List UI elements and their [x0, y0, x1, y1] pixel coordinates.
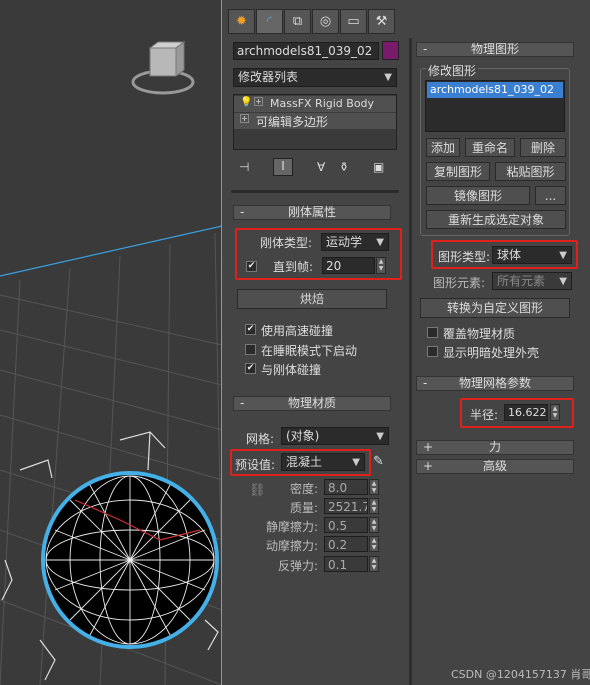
convert-custom-shape-button[interactable]: 转换为自定义图形 [420, 298, 570, 318]
mesh-params-rollout[interactable]: - 物理网格参数 [416, 376, 574, 391]
paste-shape-button[interactable]: 粘贴图形 [495, 162, 566, 181]
dynamic-friction-spinner[interactable]: ▲ ▼ [369, 536, 379, 552]
shape-list-item[interactable]: archmodels81_039_02 [427, 82, 563, 98]
start-sleep-label: 在睡眠模式下启动 [261, 344, 358, 358]
modify-tab[interactable]: ◜ [256, 9, 283, 34]
phys-material-rollout[interactable]: - 物理材质 [233, 396, 391, 411]
override-material-checkbox[interactable] [427, 327, 438, 338]
static-friction-input[interactable]: 0.5 [324, 517, 368, 533]
density-label: 密度: [290, 482, 319, 496]
high-speed-collision-label: 使用高速碰撞 [261, 324, 334, 338]
mesh-dropdown[interactable]: (对象) ▼ [281, 427, 389, 445]
object-name-field[interactable]: archmodels81_039_02 [233, 42, 379, 60]
static-friction-spinner[interactable]: ▲ ▼ [369, 517, 379, 533]
modify-icon: ◜ [266, 14, 273, 29]
static-friction-label: 静摩擦力: [266, 520, 319, 534]
highlight-box [230, 449, 371, 476]
motion-icon: ◎ [319, 14, 332, 29]
watermark: CSDN @1204157137 肖哥 [451, 668, 590, 681]
shape-list[interactable]: archmodels81_039_02 [425, 80, 565, 132]
mass-input[interactable]: 2521.78 [324, 498, 368, 514]
stack-item-label: MassFX Rigid Body [270, 97, 375, 110]
sphere-object[interactable] [41, 471, 219, 649]
create-tab[interactable]: ✹ [228, 9, 255, 34]
display-shaded-hull-checkbox[interactable] [427, 346, 438, 357]
rigid-props-rollout[interactable]: - 刚体属性 [233, 205, 391, 220]
display-icon: ▭ [347, 14, 360, 29]
shape-element-dropdown[interactable]: 所有元素 ▼ [492, 272, 572, 290]
link-icon[interactable]: ⛓ [249, 483, 266, 498]
stack-toolbar: ⊣ I ∀ ⚱ ▣ [233, 158, 397, 178]
eyedropper-icon[interactable]: ✎ [373, 454, 384, 469]
hierarchy-tab[interactable]: ⧉ [284, 9, 311, 34]
hierarchy-icon: ⧉ [292, 14, 303, 29]
chevron-down-icon: ▼ [384, 72, 392, 83]
expand-icon[interactable]: + [254, 97, 263, 106]
divider [409, 38, 412, 685]
lightbulb-icon[interactable]: 💡 [240, 97, 252, 108]
collide-rigid-label: 与刚体碰撞 [261, 363, 322, 377]
advanced-rollout[interactable]: + 高级 [416, 459, 574, 474]
rename-shape-button[interactable]: 重命名 [465, 138, 515, 157]
chevron-down-icon: ▼ [376, 431, 384, 442]
utilities-tab[interactable]: ⚒ [368, 9, 395, 34]
display-tab[interactable]: ▭ [340, 9, 367, 34]
collide-rigid-checkbox[interactable]: ✔ [245, 363, 256, 374]
modifier-stack[interactable]: 💡 + MassFX Rigid Body + 可编辑多边形 [233, 94, 397, 150]
forces-rollout[interactable]: + 力 [416, 440, 574, 455]
highlight-box [460, 398, 574, 428]
motion-tab[interactable]: ◎ [312, 9, 339, 34]
copy-shape-button[interactable]: 复制图形 [426, 162, 490, 181]
chevron-down-icon: ▼ [559, 276, 567, 287]
density-spinner[interactable]: ▲ ▼ [369, 479, 379, 495]
bounciness-label: 反弹力: [278, 559, 319, 573]
show-end-result-icon[interactable]: I [273, 158, 293, 176]
modifier-list-label: 修改器列表 [238, 70, 299, 84]
bounciness-spinner[interactable]: ▲ ▼ [369, 556, 379, 572]
bake-button[interactable]: 烘焙 [237, 289, 387, 309]
display-shaded-hull-label: 显示明暗处理外壳 [443, 346, 540, 360]
viewport[interactable] [0, 0, 222, 685]
viewcube[interactable] [131, 41, 195, 95]
mirror-options-button[interactable]: ... [535, 186, 566, 205]
density-input[interactable]: 8.0 [324, 479, 368, 495]
configure-modifier-sets-icon[interactable]: ▣ [373, 160, 384, 174]
pin-stack-icon[interactable]: ⊣ [239, 160, 249, 174]
mass-spinner[interactable]: ▲ ▼ [369, 498, 379, 514]
mirror-shape-button[interactable]: 镜像图形 [426, 186, 530, 205]
expand-icon[interactable]: + [240, 114, 249, 123]
stack-item-label: 可编辑多边形 [256, 115, 329, 129]
add-shape-button[interactable]: 添加 [426, 138, 460, 157]
make-unique-icon[interactable]: ∀ [317, 160, 325, 174]
create-icon: ✹ [236, 14, 247, 29]
modify-shapes-label: 修改图形 [426, 62, 479, 79]
regenerate-selected-button[interactable]: 重新生成选定对象 [426, 210, 566, 229]
highlight-box [235, 228, 402, 280]
stack-item-massfx[interactable]: 💡 + MassFX Rigid Body [234, 96, 396, 112]
viewport-scene[interactable] [0, 0, 222, 685]
dynamic-friction-label: 动摩擦力: [266, 539, 319, 553]
dynamic-friction-input[interactable]: 0.2 [324, 536, 368, 552]
delete-shape-button[interactable]: 删除 [520, 138, 566, 157]
command-panel: ✹ ◜ ⧉ ◎ ▭ ⚒ archmodels81_039_02 修改器列表 ▼ 💡… [223, 0, 590, 685]
remove-modifier-icon[interactable]: ⚱ [339, 160, 349, 174]
divider [231, 190, 399, 193]
utilities-icon: ⚒ [375, 14, 388, 29]
phys-shapes-rollout[interactable]: - 物理图形 [416, 42, 574, 57]
mesh-label: 网格: [246, 432, 275, 446]
modifier-list-dropdown[interactable]: 修改器列表 ▼ [233, 68, 397, 87]
object-color-swatch[interactable] [382, 41, 399, 60]
mass-label: 质量: [290, 501, 319, 515]
start-sleep-checkbox[interactable] [245, 344, 256, 355]
bounciness-input[interactable]: 0.1 [324, 556, 368, 572]
shape-element-label: 图形元素: [433, 276, 486, 290]
override-material-label: 覆盖物理材质 [443, 327, 516, 341]
stack-item-editable-poly[interactable]: + 可编辑多边形 [234, 113, 396, 129]
high-speed-collision-checkbox[interactable]: ✔ [245, 324, 256, 335]
highlight-box [431, 240, 578, 269]
